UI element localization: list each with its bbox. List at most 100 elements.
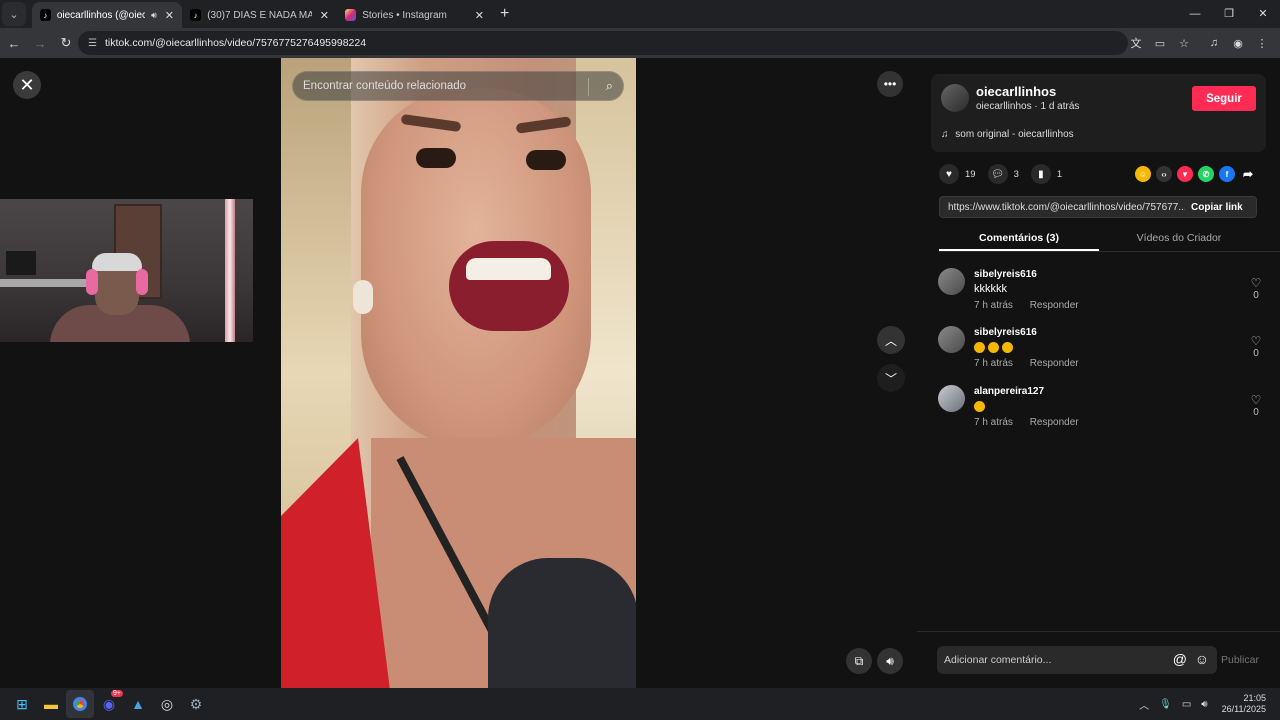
windows-start-icon[interactable]: ⊞ — [8, 690, 36, 718]
tab-creator-videos[interactable]: Vídeos do Criador — [1099, 226, 1259, 251]
media-control-icon[interactable]: ♫ — [1202, 37, 1226, 49]
previous-video-button[interactable]: ︿ — [877, 326, 905, 354]
like-count: 19 — [965, 168, 976, 180]
publish-button[interactable]: Publicar — [1221, 654, 1259, 666]
reload-icon[interactable]: ↻ — [54, 35, 78, 51]
author-subline: oiecarllinhos · 1 d atrás — [976, 101, 1080, 112]
profile-icon[interactable]: ◉ — [1226, 37, 1250, 50]
browser-tab-3[interactable]: Stories • Instagram ✕ — [337, 2, 492, 28]
panel-tabs: Comentários (3) Vídeos do Criador — [939, 226, 1280, 252]
laughing-emoji-icon — [1002, 341, 1013, 353]
file-explorer-icon[interactable]: ▬ — [37, 690, 65, 718]
microphone-icon[interactable]: 🎙︎ — [1159, 699, 1172, 710]
facebook-icon[interactable]: f — [1219, 166, 1235, 182]
mention-icon[interactable]: @ — [1173, 651, 1187, 667]
send-icon[interactable]: ▼ — [1177, 166, 1193, 182]
comment-username[interactable]: sibelyreis616 — [974, 269, 1037, 280]
chrome-icon[interactable] — [66, 690, 94, 718]
comment-avatar[interactable] — [938, 268, 965, 295]
webcam-overlay — [0, 199, 253, 342]
search-icon[interactable]: ⌕ — [606, 78, 613, 94]
related-search-input[interactable]: Encontrar conteúdo relacionado ⌕ — [292, 71, 624, 101]
comment-like[interactable]: ♡ 0 — [1248, 334, 1264, 359]
comment-like[interactable]: ♡ 0 — [1248, 393, 1264, 418]
close-window-icon[interactable]: ✕ — [1246, 0, 1280, 28]
clock[interactable]: 21:05 26/11/2025 — [1222, 693, 1266, 715]
settings-gear-icon[interactable]: ⚙ — [182, 690, 210, 718]
menu-icon[interactable]: ⋮ — [1250, 37, 1274, 50]
embed-icon[interactable]: ‹› — [1156, 166, 1172, 182]
steam-icon[interactable]: ▲ — [124, 690, 152, 718]
close-tab-icon[interactable]: ✕ — [165, 9, 174, 22]
reply-button[interactable]: Responder — [1030, 300, 1079, 311]
comment-username[interactable]: alanpereira127 — [974, 386, 1044, 397]
more-options-button[interactable]: ••• — [877, 71, 903, 97]
comment-input[interactable]: Adicionar comentário... @ ☺ — [937, 646, 1217, 674]
site-info-icon[interactable]: ☰ — [88, 38, 97, 49]
discord-icon[interactable]: ◉ 9+ — [95, 690, 123, 718]
volume-button[interactable]: 🔊︎ — [877, 648, 903, 674]
tray-chevron-up-icon[interactable]: ︿ — [1139, 697, 1149, 712]
video-player[interactable] — [281, 58, 636, 688]
translate-icon[interactable]: 文 — [1124, 35, 1148, 51]
laughing-emoji-icon — [974, 341, 985, 353]
comment-avatar[interactable] — [938, 326, 965, 353]
webcam-person — [50, 253, 190, 342]
close-tab-icon[interactable]: ✕ — [475, 9, 484, 22]
more-icon: ••• — [883, 77, 897, 91]
comment-icon: 💬︎ — [987, 164, 1008, 184]
new-tab-icon[interactable]: + — [500, 5, 509, 23]
comment-placeholder: Adicionar comentário... — [944, 654, 1052, 666]
back-icon[interactable]: ← — [2, 36, 26, 51]
restore-icon[interactable]: ❐ — [1212, 0, 1246, 28]
whatsapp-icon[interactable]: ✆ — [1198, 166, 1214, 182]
floating-player-button[interactable]: ⧉ — [846, 648, 872, 674]
comment-avatar[interactable] — [938, 385, 965, 412]
stats-row: ♥ 19 💬︎ 3 ▮ 1 — [939, 164, 1074, 184]
browser-tab-2[interactable]: ♪ (30)7 DIAS E NADA MAIS! #gan ✕ — [182, 2, 337, 28]
save-stat[interactable]: ▮ 1 — [1030, 164, 1062, 184]
follow-button[interactable]: Seguir — [1192, 86, 1256, 111]
repost-icon[interactable]: ☺ — [1135, 166, 1151, 182]
speaker-icon[interactable]: 🔊︎ — [151, 10, 157, 21]
tab-title: oiecarllinhos (@oiecarllinhos — [56, 9, 146, 21]
tray-volume-icon[interactable]: 🔊︎ — [1201, 699, 1207, 710]
reply-button[interactable]: Responder — [1030, 417, 1079, 428]
close-tab-icon[interactable]: ✕ — [320, 9, 329, 22]
author-username[interactable]: oiecarllinhos — [976, 84, 1056, 99]
next-video-button[interactable]: ﹀ — [877, 364, 905, 392]
comment-username[interactable]: sibelyreis616 — [974, 327, 1037, 338]
share-arrow-icon[interactable]: ➦ — [1240, 166, 1256, 182]
comment-like[interactable]: ♡ 0 — [1248, 276, 1264, 301]
volume-icon: 🔊︎ — [886, 653, 894, 668]
browser-tab-1[interactable]: ♪ oiecarllinhos (@oiecarllinhos 🔊︎ ✕ — [32, 2, 182, 28]
comment-meta: 7 h atrás Responder — [974, 358, 1093, 369]
obs-icon[interactable]: ◎ — [153, 690, 181, 718]
tab-comments[interactable]: Comentários (3) — [939, 226, 1099, 251]
video-eye-right — [526, 150, 566, 170]
music-row[interactable]: ♫ som original - oiecarllinhos — [941, 129, 1074, 140]
reply-button[interactable]: Responder — [1030, 358, 1079, 369]
minimize-icon[interactable]: — — [1178, 0, 1212, 28]
tiktok-icon: ♪ — [40, 9, 51, 21]
author-avatar[interactable] — [941, 84, 969, 112]
like-stat[interactable]: ♥ 19 — [939, 164, 976, 184]
video-earring — [353, 280, 373, 314]
network-icon[interactable]: ▭ — [1182, 699, 1191, 710]
emoji-picker-icon[interactable]: ☺ — [1195, 651, 1209, 667]
close-video-button[interactable]: ✕ — [13, 71, 41, 99]
comment-emoji — [974, 341, 1016, 353]
bookmark-star-icon[interactable]: ☆ — [1172, 37, 1196, 50]
forward-icon[interactable]: → — [28, 36, 52, 51]
comment-stat[interactable]: 💬︎ 3 — [987, 164, 1019, 184]
bookmark-icon: ▮ — [1030, 164, 1051, 184]
close-icon: ✕ — [19, 74, 35, 95]
heart-outline-icon: ♡ — [1250, 276, 1262, 290]
share-link[interactable]: https://www.tiktok.com/@oiecarllinhos/vi… — [940, 202, 1185, 213]
cast-icon[interactable]: ▭ — [1148, 37, 1172, 50]
comment-meta: 7 h atrás Responder — [974, 300, 1093, 311]
tab-search-chevron-icon[interactable]: ⌄ — [2, 2, 26, 26]
copy-link-button[interactable]: Copiar link — [1185, 202, 1243, 213]
tab-title: (30)7 DIAS E NADA MAIS! #gan — [207, 9, 312, 21]
url-field[interactable]: ☰ tiktok.com/@oiecarllinhos/video/757677… — [78, 31, 1128, 55]
